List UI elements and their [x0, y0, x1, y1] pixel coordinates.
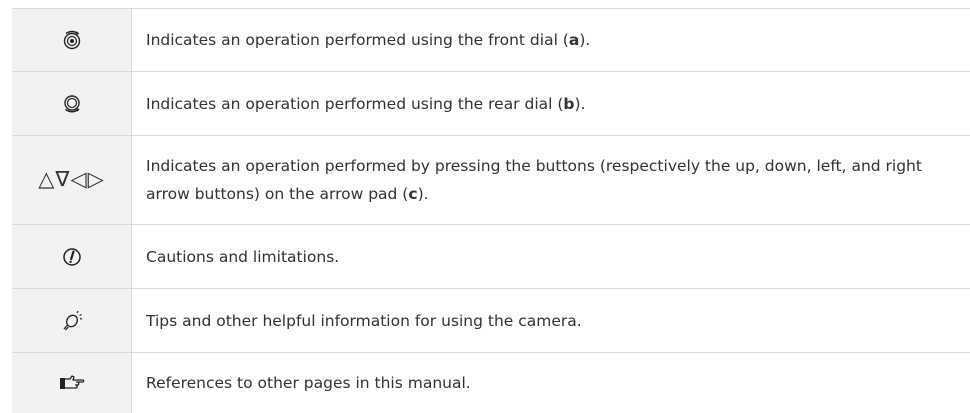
table-row: Cautions and limitations. — [12, 225, 970, 289]
row-description: Cautions and limitations. — [132, 225, 970, 289]
row-description: Indicates an operation performed using t… — [132, 72, 970, 136]
row-description: Indicates an operation performed using t… — [132, 9, 970, 72]
row-description: References to other pages in this manual… — [132, 353, 970, 413]
table-row: References to other pages in this manual… — [12, 353, 970, 413]
icon-legend-table: Indicates an operation performed using t… — [12, 8, 970, 413]
table-row: Tips and other helpful information for u… — [12, 289, 970, 353]
arrow-pad-icons: △∇◁▷ — [38, 167, 105, 191]
tip-lightbulb-icon — [13, 310, 130, 332]
table-row: Indicates an operation performed using t… — [12, 72, 970, 136]
row-description: Tips and other helpful information for u… — [132, 289, 970, 353]
rear-dial-icon — [13, 94, 130, 114]
row-description: Indicates an operation performed by pres… — [132, 136, 970, 225]
table-row: △∇◁▷ Indicates an operation performed by… — [12, 136, 970, 225]
reference-hand-icon — [13, 374, 130, 392]
table-row: Indicates an operation performed using t… — [12, 9, 970, 72]
front-dial-icon — [13, 30, 130, 50]
caution-icon — [13, 247, 130, 267]
